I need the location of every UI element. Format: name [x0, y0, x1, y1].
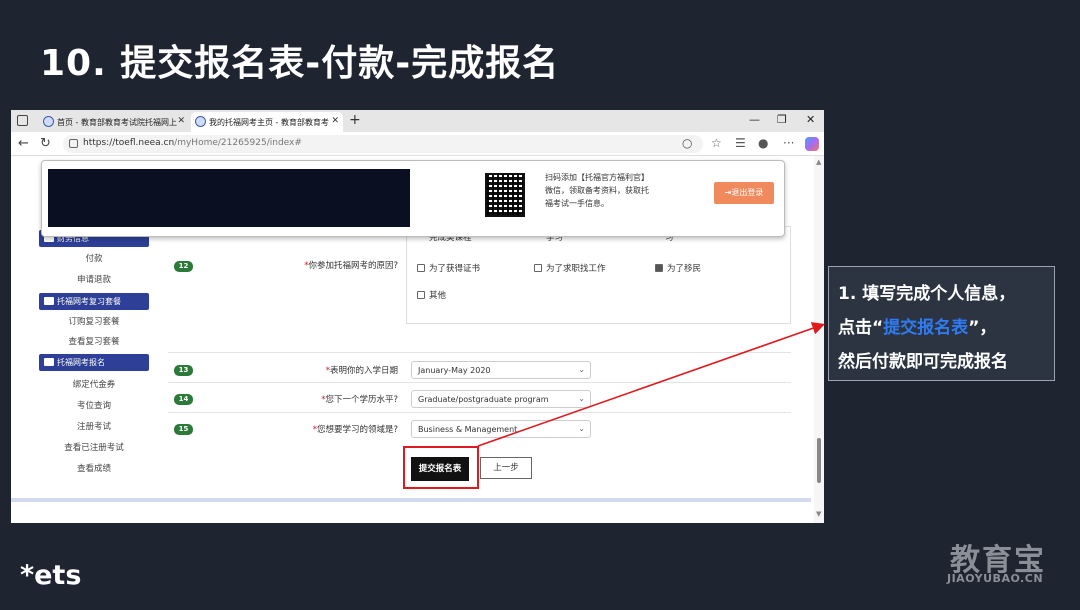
question-label: *你参加托福网考的原因?	[304, 261, 398, 271]
close-icon[interactable]: ✕	[177, 116, 185, 126]
registration-form: 12 *你参加托福网考的原因? 完成美课程 学习 习 为了获得证书 为了求职找工…	[168, 226, 808, 438]
reason-options-box: 完成美课程 学习 习 为了获得证书 为了求职找工作 为了移民 其他	[406, 226, 791, 324]
chevron-down-icon: ⌄	[578, 394, 585, 403]
browser-window: 首页 - 教育部教育考试院托福网上 ✕ 我的托福网考主页 - 教育部教育考 ✕ …	[11, 110, 824, 523]
close-icon[interactable]: ✕	[331, 116, 339, 126]
chevron-down-icon: ⌄	[578, 365, 585, 374]
logout-button[interactable]: ⇥退出登录	[714, 182, 774, 204]
favorites-list-icon[interactable]: ☰	[735, 136, 746, 150]
chevron-down-icon: ⌄	[578, 424, 585, 433]
question-number-badge: 15	[174, 424, 193, 435]
question-number-badge: 14	[174, 394, 193, 405]
new-tab-icon[interactable]: +	[349, 112, 361, 128]
more-icon[interactable]: ···	[783, 136, 794, 150]
sidebar-header-label: 托福网考复习套餐	[57, 297, 121, 306]
profile-avatar-icon[interactable]: ●	[758, 136, 768, 150]
favorite-star-icon[interactable]: ☆	[711, 136, 722, 150]
sidebar-toggle-icon[interactable]	[17, 115, 28, 126]
scroll-up-icon[interactable]: ▲	[816, 158, 821, 166]
scroll-down-icon[interactable]: ▼	[816, 510, 821, 518]
instruction-callout: 1. 填写完成个人信息， 点击“提交报名表”， 然后付款即可完成报名	[828, 266, 1055, 381]
sidebar-item-payment[interactable]: 付款	[39, 252, 149, 264]
tab-label: 我的托福网考主页 - 教育部教育考	[209, 118, 329, 127]
enrollment-date-select[interactable]: January-May 2020 ⌄	[411, 361, 591, 379]
page-content: 财务信息 付款 申请退款 托福网考复习套餐 订购复习套餐 查看复习套餐 托福网考…	[11, 156, 824, 523]
sidebar-item-order-package[interactable]: 订购复习套餐	[39, 315, 149, 327]
menu-icon	[44, 297, 54, 305]
study-field-select[interactable]: Business & Management ⌄	[411, 420, 591, 438]
neea-favicon-icon	[43, 116, 54, 127]
checkbox-icon	[534, 264, 542, 272]
qr-code-icon	[485, 173, 525, 217]
url-domain: https://toefl.neea.cn	[83, 138, 175, 148]
question-label: *您想要学习的领域是?	[312, 425, 398, 435]
sidebar-item-bind-voucher[interactable]: 绑定代金券	[39, 378, 149, 390]
checkbox-immigration[interactable]: 为了移民	[655, 262, 701, 274]
address-bar: ← ↻ https://toefl.neea.cn/myHome/2126592…	[11, 132, 824, 156]
slide-title: 10. 提交报名表-付款-完成报名	[40, 43, 560, 84]
callout-line-2: 点击“提交报名表”，	[838, 318, 997, 338]
sidebar-header-registration[interactable]: 托福网考报名	[39, 354, 149, 371]
minimize-icon[interactable]: —	[749, 113, 760, 126]
back-icon[interactable]: ←	[18, 136, 29, 151]
checkbox-icon	[417, 291, 425, 299]
callout-line-3: 然后付款即可完成报名	[838, 352, 1008, 372]
sidebar-item-view-package[interactable]: 查看复习套餐	[39, 335, 149, 347]
restore-icon[interactable]: ❐	[777, 113, 787, 126]
checkbox-checked-icon	[655, 264, 663, 272]
url-input[interactable]: https://toefl.neea.cn/myHome/21265925/in…	[63, 135, 703, 153]
sidebar-item-refund[interactable]: 申请退款	[39, 273, 149, 285]
refresh-icon[interactable]: ↻	[40, 136, 51, 151]
watermark-sub: JIAOYUBAO.CN	[947, 572, 1044, 585]
window-close-icon[interactable]: ✕	[806, 113, 815, 126]
header-overlay: 扫码添加【托福官方福利官】微信，领取备考资料，获取托福考试一手信息。 ⇥退出登录	[41, 160, 785, 237]
callout-line-1: 1. 填写完成个人信息，	[838, 284, 1016, 304]
copilot-icon[interactable]	[805, 137, 819, 151]
highlight-frame	[403, 446, 479, 489]
url-path: /myHome/21265925/index#	[174, 138, 302, 148]
question-number-badge: 12	[174, 261, 193, 272]
sidebar-header-label: 托福网考报名	[57, 358, 105, 367]
checkbox-job[interactable]: 为了求职找工作	[534, 262, 606, 274]
checkbox-certificate[interactable]: 为了获得证书	[417, 262, 480, 274]
row-divider	[168, 412, 791, 413]
checkbox-icon	[417, 264, 425, 272]
question-number-badge: 13	[174, 365, 193, 376]
neea-favicon-icon	[195, 116, 206, 127]
sidebar-item-scores[interactable]: 查看成绩	[39, 462, 149, 474]
scroll-thumb[interactable]	[817, 438, 821, 483]
question-label: *表明你的入学日期	[325, 366, 398, 376]
qr-promo-text: 扫码添加【托福官方福利官】微信，领取备考资料，获取托福考试一手信息。	[545, 173, 649, 208]
question-label: *您下一个学历水平?	[321, 395, 398, 405]
row-divider	[168, 352, 791, 353]
bottom-bar	[11, 498, 811, 502]
checkbox-other[interactable]: 其他	[417, 289, 446, 301]
sidebar-header-review-package[interactable]: 托福网考复习套餐	[39, 293, 149, 310]
redacted-banner	[48, 169, 410, 227]
sidebar-item-seat-search[interactable]: 考位查询	[39, 399, 149, 411]
previous-step-button[interactable]: 上一步	[480, 457, 532, 479]
row-divider	[168, 382, 791, 383]
tab-bar: 首页 - 教育部教育考试院托福网上 ✕ 我的托福网考主页 - 教育部教育考 ✕ …	[11, 110, 824, 132]
ets-logo: *ets	[20, 560, 82, 591]
tab-label: 首页 - 教育部教育考试院托福网上	[57, 118, 177, 127]
vertical-scrollbar[interactable]: ▲ ▼	[814, 156, 824, 523]
menu-icon	[44, 358, 54, 366]
lock-icon	[69, 139, 78, 148]
reader-icon[interactable]: ○	[682, 136, 692, 150]
sidebar-item-registered-exams[interactable]: 查看已注册考试	[39, 441, 149, 453]
tab-my-toefl[interactable]: 我的托福网考主页 - 教育部教育考 ✕	[191, 112, 343, 132]
education-level-select[interactable]: Graduate/postgraduate program ⌄	[411, 390, 591, 408]
tab-home[interactable]: 首页 - 教育部教育考试院托福网上 ✕	[39, 112, 189, 132]
sidebar-item-register-exam[interactable]: 注册考试	[39, 420, 149, 432]
